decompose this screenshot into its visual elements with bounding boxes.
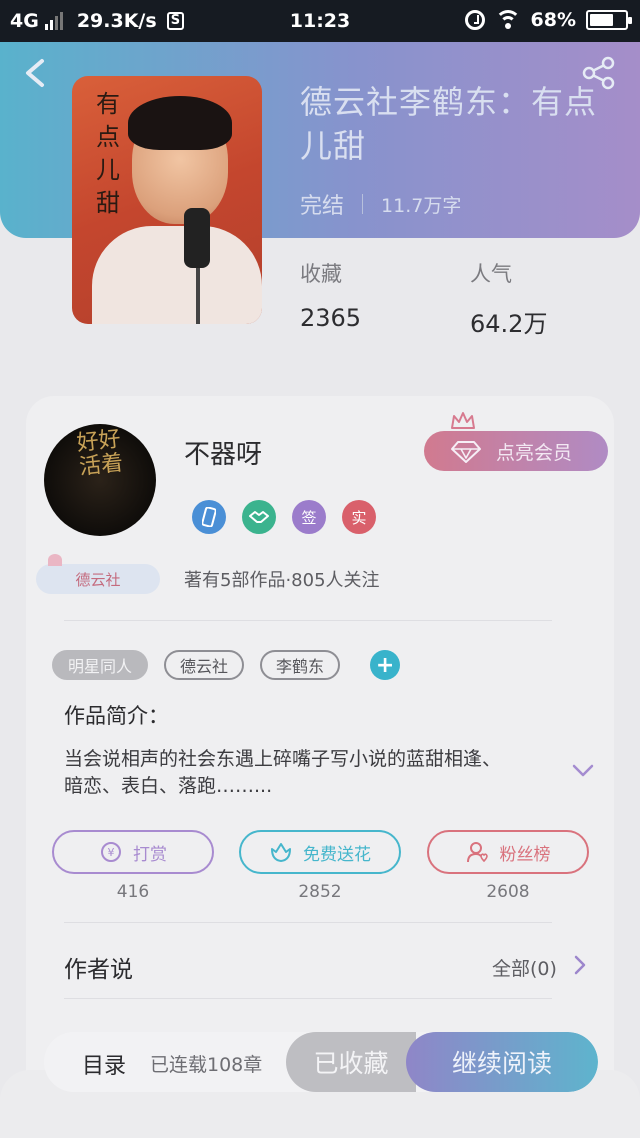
book-title: 德云社李鹤东：有点儿甜 [300, 83, 598, 165]
fans-count: 2608 [486, 882, 530, 902]
tip-count: 416 [116, 882, 150, 902]
battery-icon [586, 10, 632, 30]
tag-item[interactable]: 德云社 [164, 650, 245, 680]
tag-item[interactable]: 明星同人 [52, 650, 149, 680]
divider [64, 620, 552, 621]
author-name[interactable]: 不器呀 [184, 434, 262, 471]
real-badge-icon: 实 [342, 500, 376, 534]
book-cover[interactable]: 有点儿甜 [72, 76, 262, 324]
cover-mic-stand [196, 266, 200, 324]
stat-favorites: 收藏 2365 [300, 258, 361, 332]
fans-ranking-label: 粉丝榜 [499, 844, 551, 865]
add-tag-button[interactable]: + [370, 650, 401, 680]
book-tags: 明星同人 德云社 李鹤东 + [52, 650, 401, 680]
intro-title: 作品简介： [64, 704, 169, 728]
battery-percent: 68% [530, 9, 576, 31]
author-avatar[interactable]: 好好活着 [44, 424, 156, 536]
tip-label: 打赏 [133, 844, 167, 865]
fans-icon [466, 840, 490, 864]
phone-badge-icon [192, 500, 226, 534]
toc-chapter-count[interactable]: 已连载108章 [150, 1050, 262, 1077]
stat-label: 人气 [470, 262, 512, 286]
diamond-icon [451, 441, 481, 463]
back-icon[interactable] [22, 58, 48, 88]
stat-value: 2365 [300, 304, 362, 332]
cover-figure-hair [128, 96, 232, 150]
intro-text: 当会说相声的社会东遇上碎嘴子写小说的蓝甜相逢、暗恋、表白、落跑……... [64, 748, 502, 797]
flower-count: 2852 [298, 882, 342, 902]
cover-title-text: 有点儿甜 [96, 90, 120, 217]
author-says-title: 作者说 [64, 957, 133, 983]
book-word-count: 11.7万字 [381, 194, 462, 217]
stat-value: 64.2万 [470, 310, 548, 338]
favorited-button[interactable]: 已收藏 [286, 1032, 416, 1092]
tag-item[interactable]: 李鹤东 [260, 650, 341, 680]
meta-divider [362, 194, 364, 214]
wifi-icon [494, 10, 521, 30]
continue-reading-button[interactable]: 继续阅读 [406, 1032, 598, 1092]
crown-icon [451, 412, 475, 429]
cover-microphone [184, 208, 210, 268]
cover-figure-body [92, 226, 262, 324]
divider [64, 998, 552, 999]
author-badges: 签 实 [192, 500, 376, 534]
vip-button[interactable]: 点亮会员 [424, 431, 608, 471]
status-bar: 4G 29.3K/s S 11:23 68% [0, 0, 640, 42]
status-right: 68% [464, 9, 632, 31]
flower-icon [269, 840, 293, 864]
coin-icon: ¥ [99, 840, 123, 864]
send-flower-button[interactable]: 免费送花 [239, 830, 401, 874]
tip-button[interactable]: ¥ 打赏 [52, 830, 214, 874]
send-flower-label: 免费送花 [303, 844, 371, 865]
author-info: 著有5部作品·805人关注 [184, 570, 380, 591]
stat-label: 收藏 [300, 262, 342, 286]
bottom-action-bar: 目录 已连载108章 已收藏 继续阅读 [44, 1032, 598, 1092]
book-status: 完结 [300, 194, 345, 219]
avatar-text: 好好活着 [75, 426, 125, 481]
alarm-icon [464, 10, 485, 30]
fans-ranking-button[interactable]: 粉丝榜 [427, 830, 589, 874]
book-meta: 完结 11.7万字 [300, 188, 461, 220]
svg-text:¥: ¥ [108, 846, 115, 859]
author-says-all-link[interactable]: 全部(0) [492, 954, 557, 981]
sign-badge-icon: 签 [292, 500, 326, 534]
vip-button-label: 点亮会员 [496, 441, 573, 464]
author-group-tag: 德云社 [36, 554, 160, 594]
handshake-badge-icon [242, 500, 276, 534]
chevron-down-icon[interactable] [572, 764, 594, 778]
chevron-right-icon[interactable] [574, 955, 586, 975]
divider [64, 922, 552, 923]
stat-popularity: 人气 64.2万 [470, 258, 547, 339]
toc-button[interactable]: 目录 [82, 1048, 126, 1080]
